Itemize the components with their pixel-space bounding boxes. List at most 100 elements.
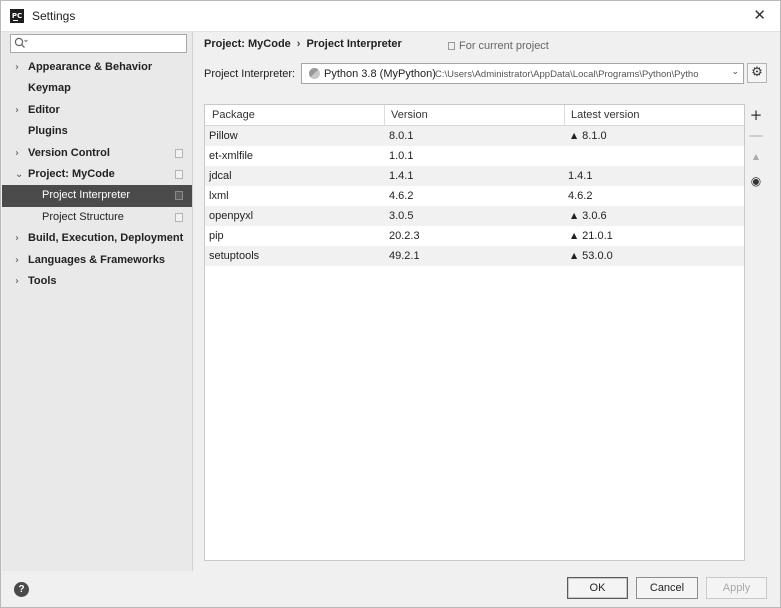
sidebar-item-keymap[interactable]: Keymap — [2, 78, 192, 99]
sidebar-item-label: Appearance & Behavior — [28, 61, 153, 73]
cancel-button[interactable]: Cancel — [636, 577, 698, 599]
package-version: 4.6.2 — [389, 190, 414, 202]
table-body: Pillow 8.0.1 ▲ 8.1.0 et-xmlfile 1.0.1 jdcal 1.4… — [205, 126, 744, 266]
sidebar-item-label: Build, Execution, Deployment — [28, 232, 184, 245]
package-name: pip — [209, 230, 224, 242]
sidebar-item-label: Project Interpreter — [42, 189, 131, 202]
latest-version-value: 8.1.0 — [582, 130, 607, 142]
package-latest-version: ▲ 3.0.6 — [571, 206, 607, 226]
sidebar-item-appearance-behavior[interactable]: › Appearance & Behavior — [2, 57, 192, 78]
scope-label: For current project — [459, 40, 549, 52]
table-row[interactable]: jdcal 1.4.1 1.4.1 — [205, 166, 744, 186]
project-scope-icon — [175, 212, 183, 222]
settings-dialog: PC Settings ✕ › Appearance & Behavior Keym… — [0, 0, 781, 608]
interpreter-path: C:\Users\Administrator\AppData\Local\Pro… — [435, 69, 699, 80]
sidebar-item-label: Plugins — [28, 125, 68, 138]
scope-indicator: For current project — [448, 40, 549, 52]
title-bar: PC Settings ✕ — [1, 1, 780, 32]
column-header-latest-version[interactable]: Latest version — [571, 109, 639, 121]
interpreter-select[interactable]: Python 3.8 (MyPython) C:\Users\Administr… — [301, 63, 744, 84]
breadcrumb-separator: › — [296, 38, 301, 50]
chevron-down-icon[interactable]: ⌄ — [15, 164, 23, 185]
chevron-right-icon[interactable]: › — [15, 57, 19, 78]
package-version: 1.0.1 — [389, 150, 414, 162]
column-header-package[interactable]: Package — [212, 109, 255, 121]
sidebar-item-label: Keymap — [28, 82, 71, 95]
breadcrumb-project: Project: MyCode — [204, 38, 291, 50]
sidebar-item-editor[interactable]: › Editor — [2, 100, 192, 121]
column-header-version[interactable]: Version — [391, 109, 428, 121]
sidebar-item-label: Languages & Frameworks — [28, 253, 165, 266]
sidebar-item-version-control[interactable]: › Version Control — [2, 143, 192, 164]
table-row[interactable]: setuptools 49.2.1 ▲ 53.0.0 — [205, 246, 744, 266]
latest-version-value: 21.0.1 — [582, 230, 613, 242]
latest-version-value: 4.6.2 — [568, 190, 593, 202]
python-icon — [309, 68, 320, 79]
sidebar-item-label: Editor — [28, 103, 60, 116]
project-scope-icon — [175, 191, 183, 201]
package-latest-version: ▲ 53.0.0 — [571, 246, 613, 266]
sidebar-item-label: Version Control — [28, 146, 110, 159]
sidebar-item-build-execution-deployment[interactable]: › Build, Execution, Deployment — [2, 228, 192, 249]
package-name: lxml — [209, 190, 229, 202]
search-icon — [14, 37, 28, 48]
package-name: openpyxl — [209, 210, 254, 222]
sidebar-item-languages-frameworks[interactable]: › Languages & Frameworks — [2, 250, 192, 271]
breadcrumb-page: Project Interpreter — [306, 38, 402, 50]
search-input[interactable] — [10, 34, 187, 53]
chevron-right-icon[interactable]: › — [15, 250, 19, 271]
apply-button[interactable]: Apply — [706, 577, 767, 599]
table-row[interactable]: et-xmlfile 1.0.1 — [205, 146, 744, 166]
chevron-right-icon[interactable]: › — [15, 271, 19, 292]
sidebar-item-project-interpreter[interactable]: Project Interpreter — [2, 185, 192, 207]
settings-sidebar: › Appearance & Behavior Keymap › Editor Plugi… — [2, 32, 193, 571]
package-version: 20.2.3 — [389, 230, 420, 242]
help-icon[interactable]: ? — [14, 582, 29, 597]
add-package-icon[interactable]: + — [745, 106, 767, 124]
package-latest-version: 1.4.1 — [568, 166, 592, 186]
table-row[interactable]: Pillow 8.0.1 ▲ 8.1.0 — [205, 126, 744, 146]
package-version: 49.2.1 — [389, 250, 420, 262]
package-latest-version: 4.6.2 — [568, 186, 592, 206]
sidebar-item-project-mycode[interactable]: ⌄ Project: MyCode — [2, 164, 192, 185]
column-divider[interactable] — [564, 105, 565, 126]
package-version: 1.4.1 — [389, 170, 414, 182]
close-icon[interactable]: ✕ — [753, 6, 766, 24]
sidebar-item-plugins[interactable]: Plugins — [2, 121, 192, 142]
package-name: setuptools — [209, 250, 260, 262]
chevron-down-icon[interactable]: ⌄ — [731, 67, 739, 77]
chevron-right-icon[interactable]: › — [15, 228, 19, 249]
chevron-right-icon[interactable]: › — [15, 100, 19, 121]
project-scope-icon — [448, 42, 455, 50]
package-latest-version: ▲ 21.0.1 — [571, 226, 613, 246]
sidebar-item-project-structure[interactable]: Project Structure — [2, 207, 192, 228]
project-scope-icon — [175, 169, 183, 179]
sidebar-item-label: Tools — [28, 274, 57, 287]
sidebar-item-label: Project: MyCode — [28, 167, 115, 180]
column-divider[interactable] — [384, 105, 385, 126]
table-row[interactable]: lxml 4.6.2 4.6.2 — [205, 186, 744, 206]
upgrade-arrow-icon: ▲ — [571, 251, 578, 260]
eye-icon[interactable]: ◉ — [745, 174, 767, 188]
sidebar-item-tools[interactable]: › Tools — [2, 271, 192, 292]
chevron-right-icon[interactable]: › — [15, 143, 19, 164]
upgrade-arrow-icon: ▲ — [571, 131, 578, 140]
settings-nav: › Appearance & Behavior Keymap › Editor Plugi… — [2, 57, 192, 292]
sidebar-item-label: Project Structure — [42, 210, 124, 223]
project-scope-icon — [175, 148, 183, 158]
gear-icon[interactable]: ⚙ — [747, 63, 767, 83]
breadcrumb: Project: MyCode › Project Interpreter — [204, 38, 402, 50]
latest-version-value: 53.0.0 — [582, 250, 613, 262]
upgrade-arrow-icon: ▲ — [571, 231, 578, 240]
table-row[interactable]: openpyxl 3.0.5 ▲ 3.0.6 — [205, 206, 744, 226]
interpreter-label: Project Interpreter: — [204, 68, 296, 80]
package-latest-version: ▲ 8.1.0 — [571, 126, 607, 146]
ok-button[interactable]: OK — [567, 577, 628, 599]
package-name: Pillow — [209, 130, 238, 142]
package-version: 8.0.1 — [389, 130, 414, 142]
pycharm-app-icon: PC — [10, 9, 24, 23]
remove-package-icon[interactable]: — — [745, 128, 767, 144]
window-title: Settings — [32, 9, 76, 23]
table-row[interactable]: pip 20.2.3 ▲ 21.0.1 — [205, 226, 744, 246]
upgrade-package-icon[interactable]: ▲ — [745, 152, 767, 161]
